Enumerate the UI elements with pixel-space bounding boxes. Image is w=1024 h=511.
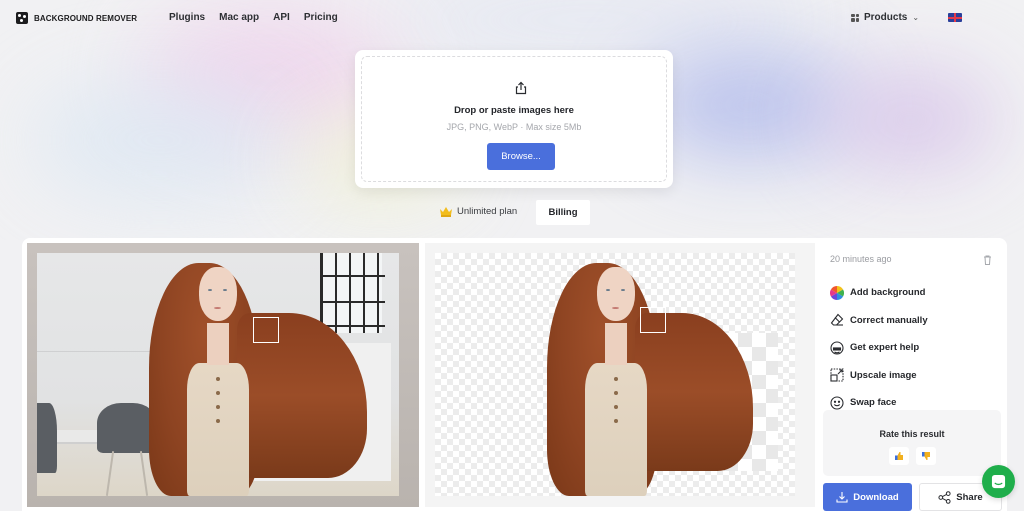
transparency-grid	[435, 253, 795, 496]
timestamp: 20 minutes ago	[830, 254, 892, 264]
action-list: Add background Correct manually Get expe…	[830, 279, 928, 417]
rate-title: Rate this result	[879, 429, 945, 439]
add-background-action[interactable]: Add background	[830, 279, 928, 307]
brand-logo[interactable]: BACKGROUND REMOVER	[16, 12, 137, 24]
thumbs-up-button[interactable]	[889, 447, 909, 465]
result-sidebar: 20 minutes ago Add background Correct ma…	[820, 243, 1002, 511]
top-navigation: BACKGROUND REMOVER Plugins Mac app API P…	[0, 0, 1024, 38]
trash-icon[interactable]	[983, 255, 992, 265]
processed-image[interactable]	[425, 243, 815, 507]
nav-pricing[interactable]: Pricing	[304, 12, 338, 23]
billing-button[interactable]: Billing	[536, 200, 590, 225]
share-label: Share	[956, 491, 983, 503]
nav-api[interactable]: API	[273, 12, 290, 23]
color-wheel-icon	[830, 285, 844, 300]
window	[320, 253, 385, 333]
eraser-icon	[830, 313, 844, 326]
products-label: Products	[864, 12, 908, 23]
drop-subtitle: JPG, PNG, WebP · Max size 5Mb	[446, 122, 582, 132]
main-nav: Plugins Mac app API Pricing	[169, 12, 338, 23]
logo-icon	[16, 12, 28, 24]
rate-result-box: Rate this result	[823, 410, 1001, 476]
action-label: Get expert help	[850, 342, 920, 354]
upscale-image-action[interactable]: Upscale image	[830, 362, 928, 390]
brand-name: BACKGROUND REMOVER	[34, 13, 138, 23]
correct-manually-action[interactable]: Correct manually	[830, 307, 928, 335]
zoom-selector[interactable]	[253, 317, 279, 343]
plan-indicator: Unlimited plan	[439, 206, 517, 217]
uk-flag-icon[interactable]	[948, 13, 962, 22]
smiley-icon	[830, 396, 844, 410]
crown-icon	[440, 207, 452, 217]
room-background	[37, 253, 399, 496]
nav-plugins[interactable]: Plugins	[169, 12, 205, 23]
share-upload-icon	[515, 81, 527, 95]
chevron-down-icon: ⌄	[912, 13, 920, 22]
grid-icon	[851, 13, 859, 22]
download-button[interactable]: Download	[823, 483, 912, 511]
browse-button[interactable]: Browse...	[487, 143, 555, 170]
thumbs-down-button[interactable]	[916, 447, 936, 465]
action-label: Correct manually	[850, 314, 928, 326]
nav-mac-app[interactable]: Mac app	[219, 12, 259, 23]
share-icon	[938, 490, 951, 504]
download-label: Download	[853, 491, 899, 503]
get-expert-help-action[interactable]: Get expert help	[830, 334, 928, 362]
zoom-selector[interactable]	[640, 307, 666, 333]
drop-title: Drop or paste images here	[454, 105, 574, 116]
thumbs-up-icon	[895, 451, 903, 460]
original-image[interactable]	[27, 243, 419, 507]
action-label: Add background	[850, 287, 926, 299]
upscale-icon	[830, 368, 844, 382]
products-menu[interactable]: Products ⌄	[851, 12, 919, 23]
thumbs-down-icon	[922, 451, 930, 460]
plan-label: Unlimited plan	[457, 206, 518, 217]
expert-icon	[830, 341, 844, 355]
chat-button[interactable]	[982, 465, 1015, 498]
chat-icon	[991, 474, 1006, 489]
result-card: 20 minutes ago Add background Correct ma…	[22, 238, 1007, 511]
action-label: Upscale image	[850, 369, 917, 381]
upload-card: Drop or paste images here JPG, PNG, WebP…	[355, 50, 673, 188]
dropzone[interactable]: Drop or paste images here JPG, PNG, WebP…	[361, 56, 667, 182]
download-icon	[836, 492, 848, 503]
action-label: Swap face	[850, 397, 897, 409]
